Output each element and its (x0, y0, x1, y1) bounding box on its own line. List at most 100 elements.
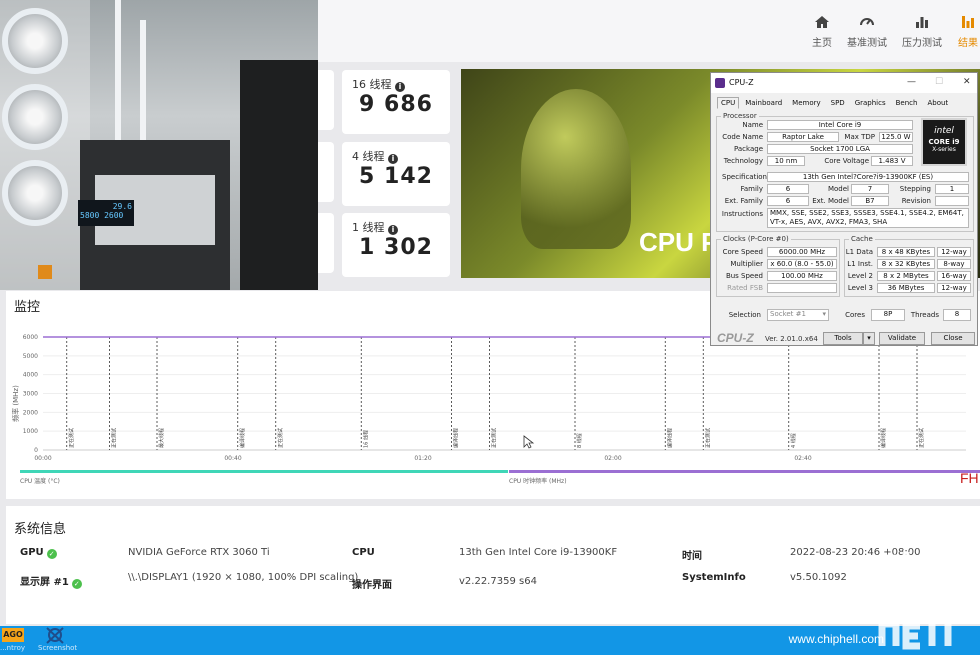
nav-benchmark[interactable]: 基准测试 (837, 14, 897, 49)
display-key: 显示屏 #1 ✓ (20, 573, 82, 589)
tab-memory[interactable]: Memory (788, 97, 824, 109)
ext-model-label: Ext. Model (812, 197, 849, 205)
tab-spd[interactable]: SPD (827, 97, 849, 109)
selection-dropdown[interactable]: Socket #1 ▾ (767, 309, 829, 321)
score-label: 4 线程 (352, 150, 385, 163)
package-value: Socket 1700 LGA (767, 144, 913, 154)
case-fan (2, 84, 68, 150)
score-card-16-threads[interactable]: 16 线程 i 9 686 (342, 70, 450, 134)
screenshot-icon[interactable] (44, 626, 66, 646)
coolant-tube (140, 20, 146, 160)
l2-value: 8 x 2 MBytes (877, 271, 935, 281)
tab-graphics[interactable]: Graphics (851, 97, 890, 109)
x-tick-label: 02:00 (604, 455, 621, 462)
taskbar: AGO ...ntroy Screenshot www.chiphell.com (0, 626, 980, 655)
phase-marker-label: 正在测试 (111, 428, 118, 448)
y-axis-label: 频率 (MHz) (11, 385, 20, 422)
close-button[interactable]: Close (931, 332, 975, 345)
phase-marker-label: 编译线程 (666, 428, 673, 448)
y-tick-label: 3000 (23, 391, 38, 398)
cpuz-titlebar[interactable]: CPU-Z — ☐ ✕ (711, 73, 977, 93)
threads-label: Threads (910, 311, 939, 319)
display-key-text: 显示屏 #1 (20, 577, 69, 588)
corespeed-label: Core Speed (722, 248, 763, 256)
score-card-1-thread[interactable]: 1 线程 i 1 302 (342, 213, 450, 277)
selection-value: Socket #1 (770, 310, 806, 318)
graphics-card (240, 60, 318, 290)
phase-marker-label: 编译线程 (453, 428, 460, 448)
phase-marker-label: 16 线程 (362, 430, 369, 448)
l3-way: 12-way (937, 283, 971, 293)
check-icon: ✓ (46, 549, 57, 559)
info-icon[interactable]: i (395, 82, 405, 92)
cores-value: 8P (871, 309, 905, 321)
tools-button[interactable]: Tools (823, 332, 863, 345)
specification-value: 13th Gen Intel?Core?i9-13900KF (ES) (767, 172, 969, 182)
l2-way: 16-way (937, 271, 971, 281)
busspeed-label: Bus Speed (725, 272, 763, 280)
stepping-label: Stepping (899, 185, 931, 193)
temperature-legend-bar (20, 470, 508, 473)
tab-cpu[interactable]: CPU (717, 97, 740, 109)
y-tick-label: 5000 (23, 353, 38, 360)
gauge-icon (860, 18, 874, 26)
family-label: Family (740, 185, 763, 193)
systeminfo-key: SystemInfo (682, 572, 746, 583)
voltage-value: 1.483 V (871, 156, 913, 166)
score-label: 16 线程 (352, 78, 392, 91)
tab-bench[interactable]: Bench (892, 97, 922, 109)
y-tick-label: 1000 (23, 428, 38, 435)
gpu-value: NVIDIA GeForce RTX 3060 Ti (128, 547, 270, 558)
tab-mainboard[interactable]: Mainboard (741, 97, 786, 109)
score-value: 9 686 (359, 92, 433, 117)
tab-about[interactable]: About (923, 97, 952, 109)
name-value: Intel Core i9 (767, 120, 913, 130)
systeminfo-value: v5.50.1092 (790, 572, 847, 583)
codename-label: Code Name (722, 133, 763, 141)
score-strip (318, 70, 334, 130)
ratedfsb-value (767, 283, 837, 293)
validate-button[interactable]: Validate (879, 332, 925, 345)
minimize-icon[interactable]: — (907, 77, 916, 87)
edge-text: FH (960, 470, 979, 486)
y-tick-label: 4000 (23, 372, 38, 379)
maxtdp-label: Max TDP (844, 133, 875, 141)
model-label: Model (827, 185, 849, 193)
chiphell-logo-watermark (878, 552, 958, 650)
y-tick-label: 2000 (23, 409, 38, 416)
l1i-way: 8-way (937, 259, 971, 269)
nav-results-label: 结果 (958, 38, 978, 49)
lcd-line-2: 5800 2600 (80, 211, 124, 220)
phase-marker-label: 正在测试 (704, 428, 711, 448)
app-label: Screenshot (38, 644, 78, 652)
l1d-way: 12-way (937, 247, 971, 257)
technology-value: 10 nm (767, 156, 805, 166)
phase-marker-label: 最大线程 (158, 428, 165, 448)
x-tick-label: 00:00 (34, 455, 51, 462)
cpuz-window[interactable]: CPU-Z — ☐ ✕ CPU Mainboard Memory SPD Gra… (710, 72, 978, 346)
nav-results[interactable]: 结果 (938, 14, 980, 49)
info-icon[interactable]: i (388, 154, 398, 164)
selection-label: Selection (728, 311, 761, 319)
phase-marker-label: 正在测试 (918, 428, 925, 448)
multiplier-value: x 60.0 (8.0 - 55.0) (767, 259, 837, 269)
score-card-4-threads[interactable]: 4 线程 i 5 142 (342, 142, 450, 206)
score-strip (318, 213, 334, 273)
multiplier-label: Multiplier (730, 260, 763, 268)
phase-marker-label: 编译线程 (239, 428, 246, 448)
l3-label: Level 3 (847, 284, 873, 292)
app-icon[interactable]: AGO (2, 628, 24, 642)
lcd-display: 29.6 5800 2600 (78, 200, 134, 226)
info-icon[interactable]: i (388, 225, 398, 235)
monitor-chart[interactable]: 0 1000 2000 3000 4000 5000 6000 频率 (MHz) 00:00 00… (6, 319, 980, 499)
close-icon[interactable]: ✕ (963, 77, 971, 87)
intel-logo-series: X-series (932, 146, 956, 153)
model-value: 7 (851, 184, 889, 194)
gpu-key: GPU ✓ (20, 547, 57, 559)
nav-stress-label: 压力测试 (902, 38, 942, 49)
tools-dropdown-button[interactable]: ▾ (863, 332, 875, 345)
nav-home-label: 主页 (812, 38, 832, 49)
bars-icon (916, 17, 928, 28)
cpuz-version: Ver. 2.01.0.x64 (765, 335, 818, 343)
l1d-label: L1 Data (845, 248, 873, 256)
